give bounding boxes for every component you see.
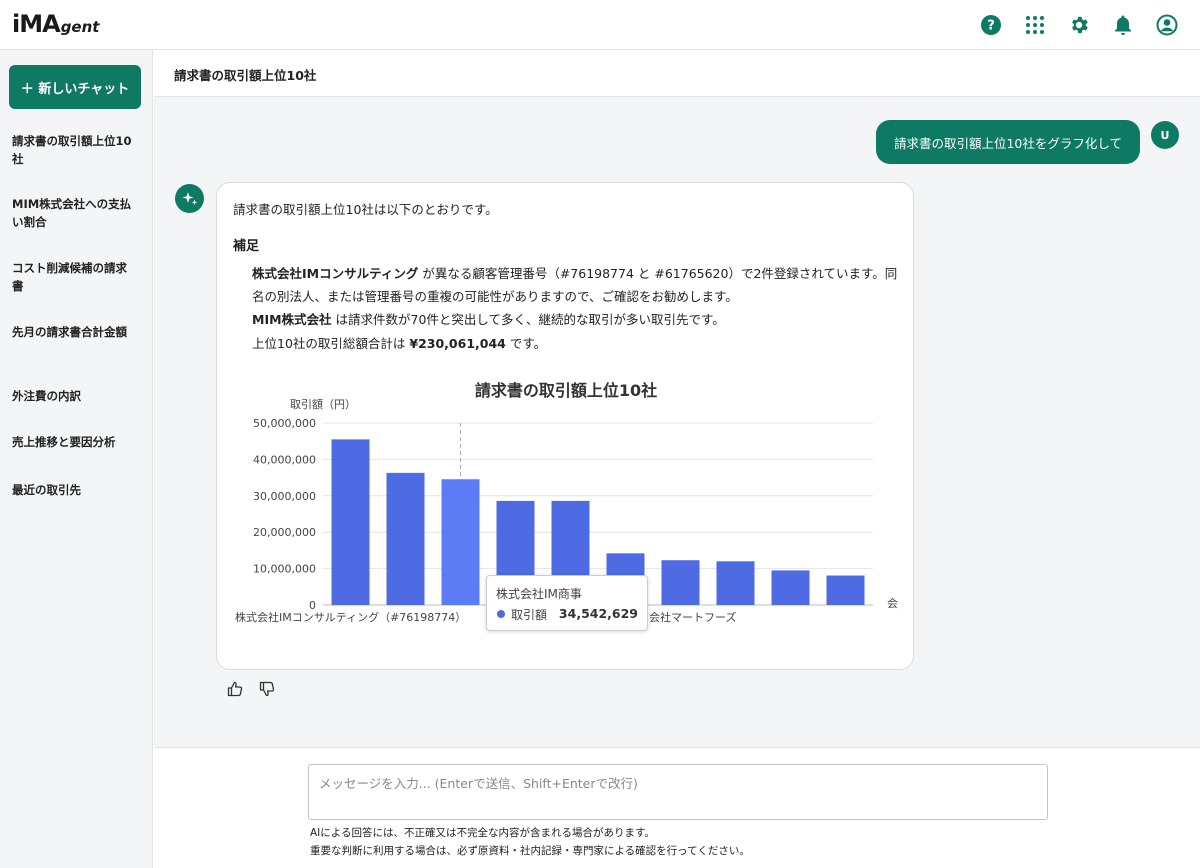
sidebar-item-outsourcing[interactable]: 外注費の内訳	[12, 387, 132, 405]
tooltip-series-dot	[497, 610, 505, 618]
ai-response-card: 請求書の取引額上位10社は以下のとおりです。 補足 株式会社IMコンサルティング…	[216, 182, 914, 670]
bar	[716, 561, 755, 605]
bar	[826, 575, 865, 605]
tooltip-company: 株式会社IM商事	[496, 587, 582, 601]
conversation-topbar: 請求書の取引額上位10社	[154, 50, 1200, 97]
y-tick-label: 50,000,000	[253, 417, 316, 430]
sidebar-item-cost-reduction[interactable]: コスト削減候補の請求書	[12, 259, 132, 295]
sidebar: ＋ 新しいチャット 請求書の取引額上位10社 MIM株式会社への支払い割合 コス…	[0, 50, 153, 868]
main-panel: 請求書の取引額上位10社 請求書の取引額上位10社をグラフ化して U 請求書の取…	[154, 50, 1200, 868]
composer: AIによる回答には、不正確又は不完全な内容が含まれる場合があります。 重要な判断…	[154, 747, 1200, 868]
bar	[386, 472, 425, 605]
bar	[331, 439, 370, 605]
header-icons: ?	[978, 12, 1180, 38]
settings-gear-icon[interactable]	[1066, 12, 1092, 38]
thumbs-down-icon[interactable]	[258, 680, 276, 698]
tooltip-value: 34,542,629	[558, 606, 638, 621]
x-tick-label: 会	[887, 597, 898, 610]
new-chat-button[interactable]: ＋ 新しいチャット	[9, 65, 141, 109]
account-icon[interactable]	[1154, 12, 1180, 38]
y-tick-label: 10,000,000	[253, 563, 316, 576]
chart-title: 請求書の取引額上位10社	[475, 381, 657, 400]
user-avatar: U	[1151, 121, 1179, 149]
disclaimer-1: AIによる回答には、不正確又は不完全な内容が含まれる場合があります。	[310, 827, 655, 839]
notification-bell-icon[interactable]	[1110, 12, 1136, 38]
y-axis-label: 取引額（円）	[290, 397, 356, 411]
bar	[771, 570, 810, 605]
ai-sparkle-icon	[175, 184, 204, 213]
sidebar-item-top10[interactable]: 請求書の取引額上位10社	[12, 132, 132, 168]
apps-grid-icon[interactable]	[1022, 12, 1048, 38]
tooltip-series: 取引額	[511, 608, 548, 622]
svg-text:?: ?	[987, 19, 995, 34]
chart-tooltip: 株式会社IM商事 取引額 34,542,629	[486, 575, 648, 631]
y-tick-label: 40,000,000	[253, 453, 316, 466]
user-message-bubble: 請求書の取引額上位10社をグラフ化して	[876, 120, 1140, 164]
bar	[441, 479, 480, 605]
disclaimer-2: 重要な判断に利用する場合は、必ず原資料・社内記録・専門家による確認を行ってくださ…	[310, 845, 750, 857]
sidebar-item-recent-partners[interactable]: 最近の取引先	[12, 481, 132, 499]
sidebar-item-mim-ratio[interactable]: MIM株式会社への支払い割合	[12, 195, 132, 231]
help-icon[interactable]: ?	[978, 12, 1004, 38]
app-header: iMA gent ?	[0, 0, 1200, 50]
sidebar-item-sales-trend[interactable]: 売上推移と要因分析	[12, 433, 132, 451]
thumbs-up-icon[interactable]	[226, 680, 244, 698]
bar	[661, 560, 700, 605]
sidebar-item-last-month-total[interactable]: 先月の請求書合計金額	[12, 323, 132, 341]
page-title: 請求書の取引額上位10社	[174, 68, 317, 83]
y-tick-label: 30,000,000	[253, 490, 316, 503]
message-input[interactable]	[308, 764, 1048, 820]
app-logo[interactable]: iMA gent	[12, 10, 99, 38]
x-tick-label: 会社マートフーズ	[649, 610, 736, 624]
y-tick-label: 20,000,000	[253, 526, 316, 539]
x-tick-label: 株式会社IMコンサルティング（#76198774）	[235, 610, 466, 624]
